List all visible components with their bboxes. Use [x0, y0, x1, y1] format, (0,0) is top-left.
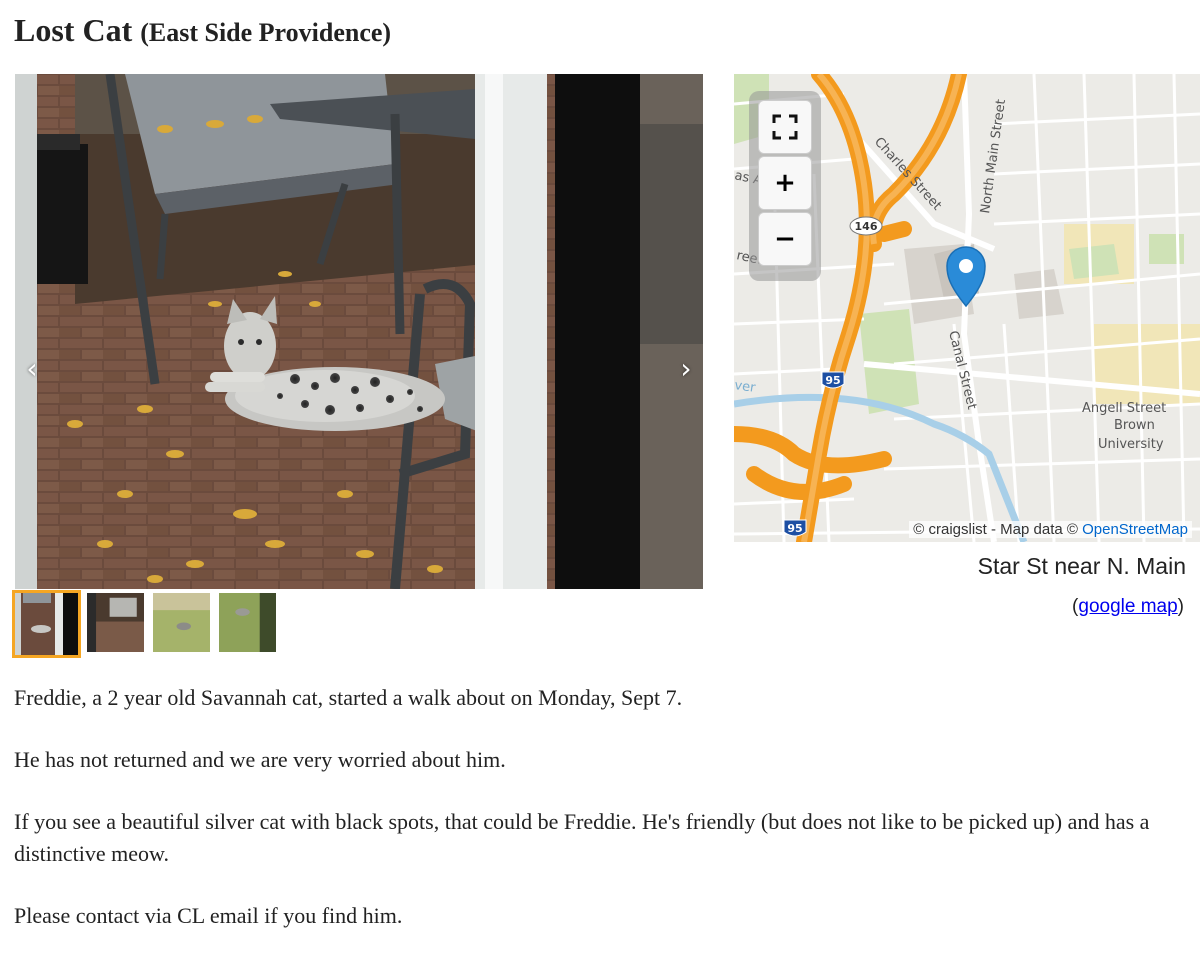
cat-photo — [15, 74, 703, 589]
location-map[interactable]: 146 95 95 Charles Street North Main Stre… — [734, 74, 1200, 542]
map-attribution-text: © craigslist - Map data © — [913, 521, 1083, 538]
posting-title-text: Lost Cat — [14, 12, 133, 48]
brown-label-1: Brown — [1114, 418, 1155, 433]
body-paragraph-3: If you see a beautiful silver cat with b… — [14, 809, 1150, 866]
map-controls: + − — [749, 91, 821, 281]
map-address: Star St near N. Main — [977, 553, 1186, 579]
zoom-out-button[interactable]: − — [758, 212, 812, 266]
brown-label-2: University — [1098, 437, 1164, 452]
fullscreen-button[interactable] — [758, 100, 812, 154]
route-146-label: 146 — [855, 220, 878, 233]
thumbnail-strip — [12, 590, 279, 658]
openstreetmap-link[interactable]: OpenStreetMap — [1082, 521, 1188, 538]
body-paragraph-4: Please contact via CL email if you find … — [14, 903, 403, 928]
body-paragraph-2: He has not returned and we are very worr… — [14, 747, 506, 772]
fullscreen-icon — [772, 114, 798, 140]
posting-body: Freddie, a 2 year old Savannah cat, star… — [14, 682, 1186, 959]
posting-location: (East Side Providence) — [140, 18, 392, 47]
thumbnail-2[interactable] — [84, 590, 147, 655]
chevron-left-icon[interactable]: ‹ — [17, 349, 47, 389]
angell-street-label: Angell Street — [1082, 401, 1166, 416]
i95-south-label: 95 — [787, 522, 802, 535]
thumbnail-4[interactable] — [216, 590, 279, 655]
google-map-link-wrapper: (google map) — [1072, 596, 1184, 618]
chevron-right-icon[interactable]: › — [671, 349, 701, 389]
body-paragraph-1: Freddie, a 2 year old Savannah cat, star… — [14, 685, 683, 710]
google-map-link[interactable]: google map — [1078, 596, 1177, 617]
photo-gallery[interactable]: ‹ › — [15, 74, 703, 589]
river-label: ver — [734, 378, 757, 396]
zoom-in-button[interactable]: + — [758, 156, 812, 210]
thumbnail-1[interactable] — [12, 590, 81, 658]
i95-north-label: 95 — [825, 374, 840, 387]
google-map-close-paren: ) — [1177, 596, 1184, 617]
thumbnail-3[interactable] — [150, 590, 213, 655]
map-attribution: © craigslist - Map data © OpenStreetMap — [909, 521, 1192, 538]
posting-title: Lost Cat (East Side Providence) — [14, 12, 391, 49]
